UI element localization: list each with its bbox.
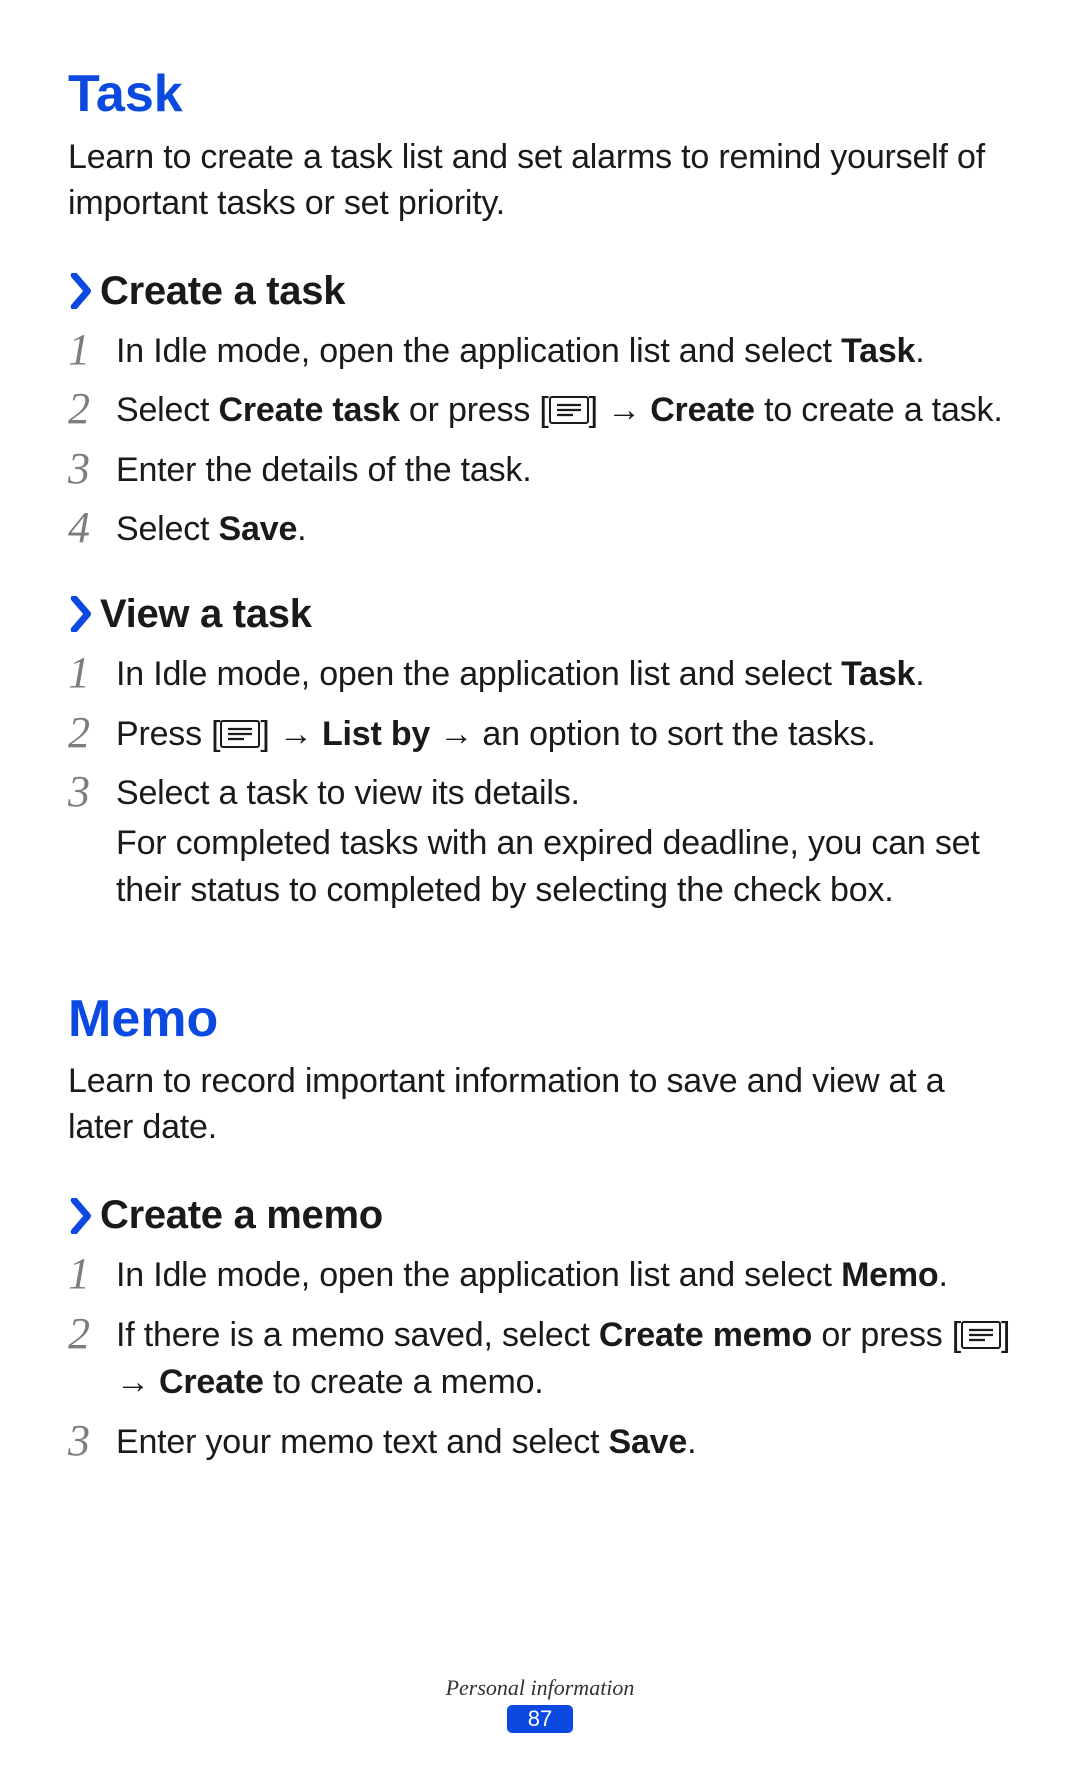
step-number: 4 xyxy=(68,504,116,552)
subheading-text: Create a task xyxy=(100,269,345,314)
step: 1 In Idle mode, open the application lis… xyxy=(68,326,1012,376)
intro-memo: Learn to record important information to… xyxy=(68,1059,1012,1151)
step-number: 2 xyxy=(68,709,116,757)
chevron-right-icon xyxy=(68,273,96,309)
step-note: For completed tasks with an expired dead… xyxy=(116,820,1012,914)
step-body: In Idle mode, open the application list … xyxy=(116,649,1012,699)
step-number: 1 xyxy=(68,1250,116,1298)
step-body: If there is a memo saved, select Create … xyxy=(116,1310,1012,1407)
step-number: 2 xyxy=(68,385,116,433)
step-body: Select Create task or press [] → Create … xyxy=(116,385,1012,435)
step-body: Enter your memo text and select Save. xyxy=(116,1417,1012,1467)
subheading-create-memo: Create a memo xyxy=(68,1193,1012,1238)
step-body: Press [] → List by → an option to sort t… xyxy=(116,709,1012,759)
menu-icon xyxy=(220,714,260,742)
heading-task: Task xyxy=(68,65,1012,125)
step-number: 2 xyxy=(68,1310,116,1358)
intro-task: Learn to create a task list and set alar… xyxy=(68,135,1012,227)
footer-section-label: Personal information xyxy=(0,1675,1080,1701)
chevron-right-icon xyxy=(68,1198,96,1234)
steps-create-task: 1 In Idle mode, open the application lis… xyxy=(68,326,1012,554)
step: 1 In Idle mode, open the application lis… xyxy=(68,1250,1012,1300)
step-number: 3 xyxy=(68,1417,116,1465)
heading-memo: Memo xyxy=(68,990,1012,1050)
step: 3 Enter your memo text and select Save. xyxy=(68,1417,1012,1467)
step-body: Select a task to view its details. For c… xyxy=(116,768,1012,913)
step-number: 1 xyxy=(68,326,116,374)
subheading-text: Create a memo xyxy=(100,1193,383,1238)
subheading-create-task: Create a task xyxy=(68,269,1012,314)
step-body: In Idle mode, open the application list … xyxy=(116,1250,1012,1300)
manual-page: Task Learn to create a task list and set… xyxy=(0,0,1080,1771)
menu-icon xyxy=(549,390,589,418)
step-number: 3 xyxy=(68,768,116,816)
chevron-right-icon xyxy=(68,596,96,632)
step-body: Enter the details of the task. xyxy=(116,445,1012,495)
step-number: 3 xyxy=(68,445,116,493)
step-body: Select Save. xyxy=(116,504,1012,554)
step-body: In Idle mode, open the application list … xyxy=(116,326,1012,376)
subheading-text: View a task xyxy=(100,592,312,637)
menu-icon xyxy=(961,1315,1001,1343)
step: 3 Select a task to view its details. For… xyxy=(68,768,1012,913)
step: 4 Select Save. xyxy=(68,504,1012,554)
page-footer: Personal information 87 xyxy=(0,1675,1080,1733)
step: 3 Enter the details of the task. xyxy=(68,445,1012,495)
steps-create-memo: 1 In Idle mode, open the application lis… xyxy=(68,1250,1012,1466)
page-number: 87 xyxy=(507,1705,573,1733)
step: 2 Press [] → List by → an option to sort… xyxy=(68,709,1012,759)
step: 1 In Idle mode, open the application lis… xyxy=(68,649,1012,699)
step-number: 1 xyxy=(68,649,116,697)
step: 2 If there is a memo saved, select Creat… xyxy=(68,1310,1012,1407)
steps-view-task: 1 In Idle mode, open the application lis… xyxy=(68,649,1012,914)
subheading-view-task: View a task xyxy=(68,592,1012,637)
step: 2 Select Create task or press [] → Creat… xyxy=(68,385,1012,435)
